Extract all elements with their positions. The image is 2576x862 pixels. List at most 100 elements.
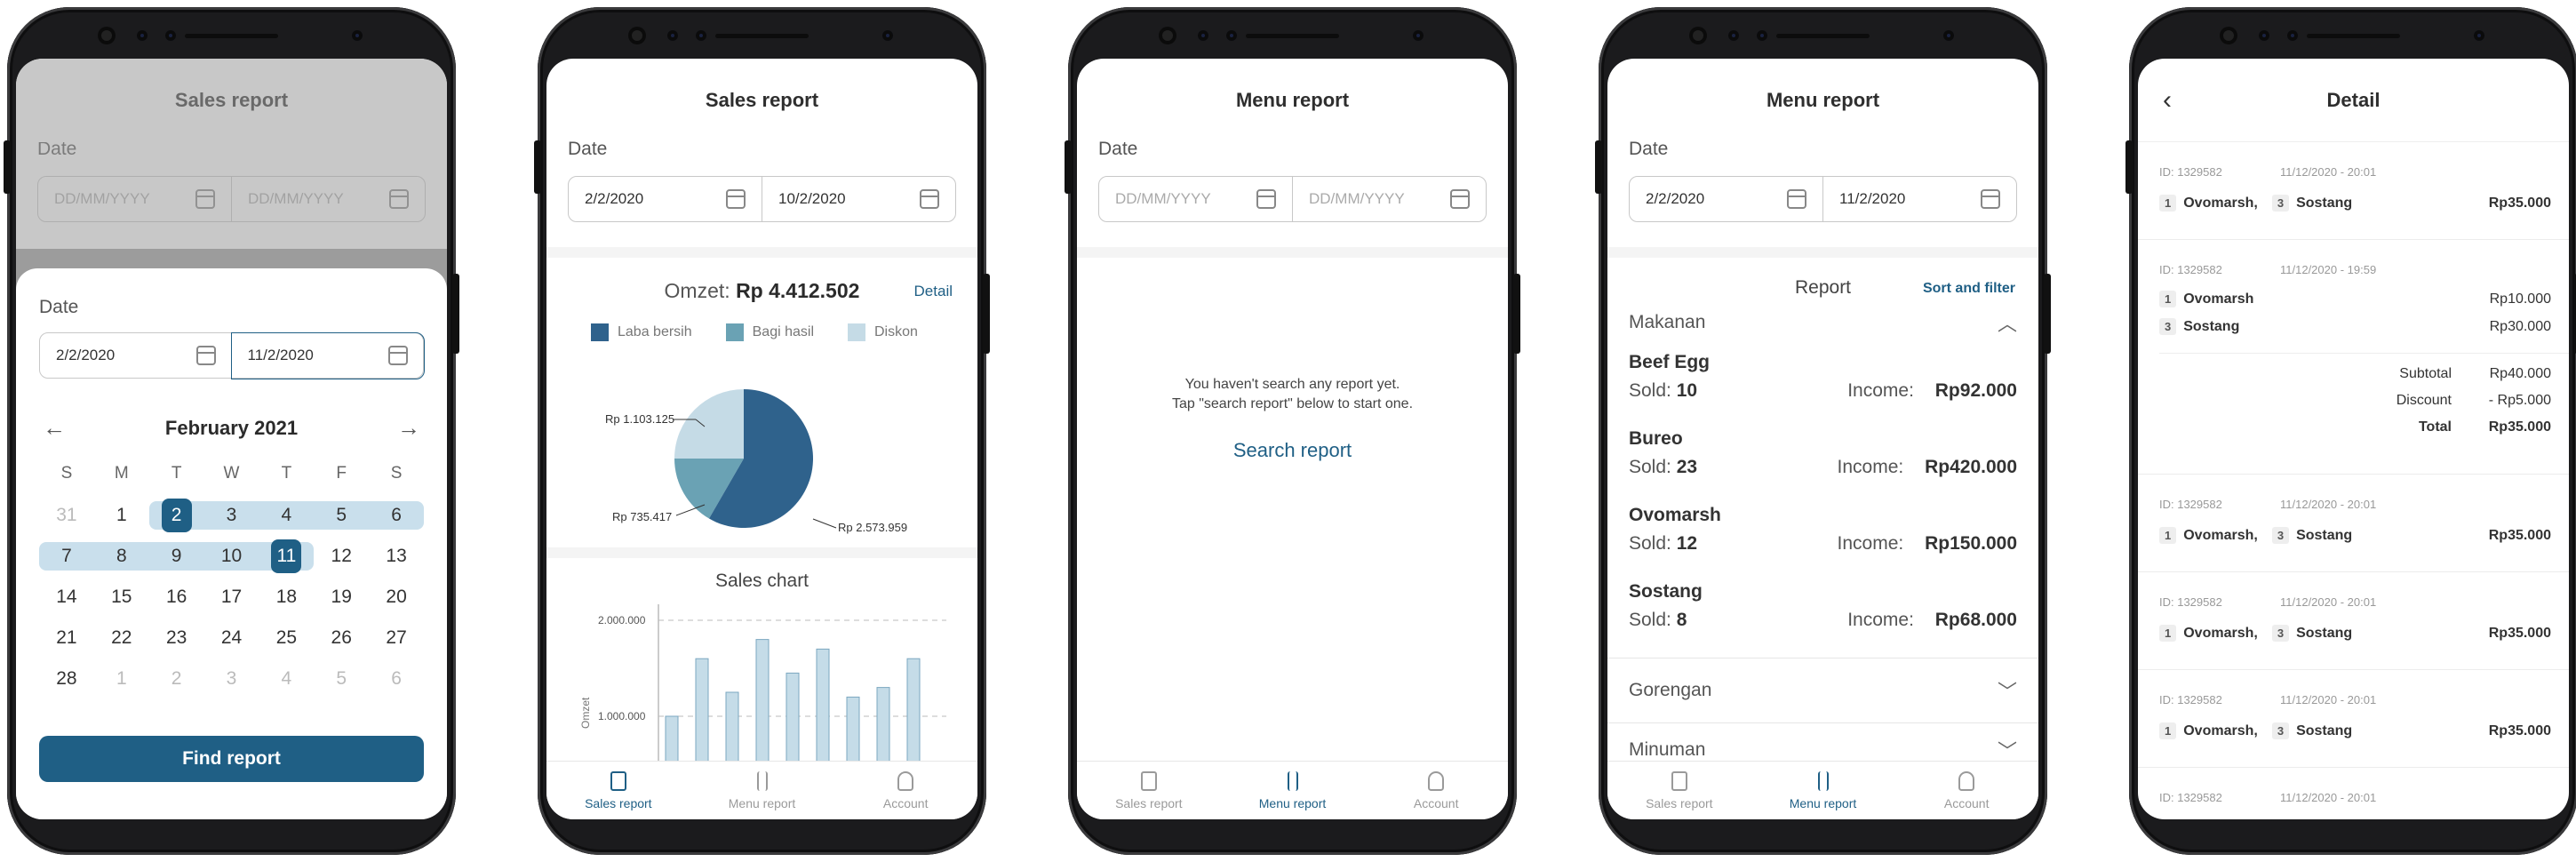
calendar-day[interactable]: 14 [39,583,94,611]
calendar-day[interactable]: 13 [369,542,424,571]
income-label: Income: [1837,533,1904,554]
tab-menu-report[interactable]: Menu report [1221,762,1365,819]
calendar-day[interactable]: 10 [203,542,259,571]
transaction-card[interactable]: ID: 132958211/12/2020 - 20:011Ovomarsh,3… [2138,142,2569,240]
pie-legend: Laba bersih Bagi hasil Diskon [591,323,918,341]
calendar-day[interactable]: 5 [314,501,370,530]
calendar-day[interactable]: 11 [259,539,315,573]
transaction-time: 11/12/2020 - 20:01 [2280,791,2377,804]
quantity-badge: 1 [2159,291,2177,307]
calendar-day[interactable]: 25 [259,624,314,652]
transaction-total: Rp35.000 [2488,722,2551,738]
calendar-day[interactable]: 8 [93,542,149,571]
prev-month-arrow-icon[interactable]: ← [43,414,66,442]
calendar-day[interactable]: 24 [204,624,259,652]
calendar-day[interactable]: 3 [203,501,259,530]
calendar-day-label: 10 [220,546,243,566]
subtotal-value: Rp40.000 [2489,366,2551,381]
calendar-day[interactable]: 2 [149,665,204,693]
transaction-id: ID: 1329582 [2159,498,2222,511]
month-title: February 2021 [164,416,299,439]
calendar-day[interactable]: 4 [259,665,314,693]
pie-label-diskon: Rp 1.103.125 [605,412,674,426]
menu-item: Beef Egg Sold: 10 Income: Rp92.000 [1607,343,2038,419]
tab-label: Menu report [728,795,796,810]
date-range-field[interactable]: 2/2/2020 11/2/2020 [1629,176,2017,222]
calendar-day[interactable]: 1 [94,665,149,693]
sold-label: Sold: [1629,380,1671,401]
date-range-field[interactable]: 2/2/2020 10/2/2020 [568,176,956,222]
calendar-day[interactable]: 5 [314,665,369,693]
menu-item: Ovomarsh Sold: 12 Income: Rp150.000 [1607,496,2038,572]
user-icon [1958,770,1975,791]
calendar-day[interactable]: 6 [369,501,425,530]
detail-link[interactable]: Detail [914,283,953,300]
transaction-card[interactable]: ID: 132958211/12/2020 - 20:011Ovomarsh,3… [2138,768,2569,819]
tab-menu-report[interactable]: Menu report [690,762,834,819]
tab-sales-report[interactable]: Sales report [1077,762,1221,819]
tab-sales-report[interactable]: Sales report [546,762,690,819]
calendar-day[interactable]: 9 [148,542,204,571]
calendar-day-label: 1 [116,505,127,525]
tab-menu-report[interactable]: Menu report [1751,762,1895,819]
phone-frame-5: ‹ Detail ID: 1329582 11/12/2020 - 20:01 1 O… [2125,7,2576,855]
category-makanan[interactable]: Makanan ︿ [1607,302,2038,343]
calendar-day-label: 1 [116,668,127,689]
calendar-day[interactable]: 15 [94,583,149,611]
calendar-day-label: 5 [336,668,347,689]
date-from-field[interactable]: 2/2/2020 [40,333,232,378]
item-price: Rp30.000 [2489,318,2551,334]
next-month-arrow-icon[interactable]: → [397,414,420,442]
tab-account[interactable]: Account [1364,762,1508,819]
calendar-day[interactable]: 31 [39,501,94,530]
transaction-card-expanded[interactable]: ID: 1329582 11/12/2020 - 19:59 1 Ovomarsh Rp… [2138,240,2569,475]
calendar-day[interactable]: 20 [369,583,424,611]
subtotal-label: Subtotal [2399,366,2452,381]
back-arrow-icon[interactable]: ‹ [2163,85,2172,116]
transaction-card[interactable]: ID: 132958211/12/2020 - 20:011Ovomarsh,3… [2138,572,2569,670]
transaction-id: ID: 1329582 [2159,595,2222,609]
calendar-day[interactable]: 12 [314,542,369,571]
date-to-placeholder: DD/MM/YYYY [1309,190,1405,207]
category-gorengan[interactable]: Gorengan ﹀ [1607,658,2038,722]
calendar-day[interactable]: 6 [369,665,424,693]
calendar-day[interactable]: 2 [148,499,204,532]
date-range-field[interactable]: DD/MM/YYYY DD/MM/YYYY [1098,176,1487,222]
calendar-day[interactable]: 21 [39,624,94,652]
calendar-day[interactable]: 7 [39,542,94,571]
sort-filter-link[interactable]: Sort and filter [1923,281,2015,297]
calendar-day[interactable]: 3 [204,665,259,693]
find-report-button[interactable]: Find report [39,736,424,782]
calendar-icon [1256,189,1276,209]
calendar-day-label: 5 [336,505,347,525]
bottom-tab-bar: Sales report Menu report Account [546,761,977,819]
calendar-day[interactable]: 16 [149,583,204,611]
calendar-day[interactable]: 27 [369,624,424,652]
tab-sales-report[interactable]: Sales report [1607,762,1751,819]
fork-knife-icon [756,770,768,791]
calendar-day[interactable]: 17 [204,583,259,611]
y-tick-2000000: 2.000.000 [598,614,646,627]
calendar-day[interactable]: 28 [39,665,94,693]
calendar-day[interactable]: 26 [314,624,369,652]
empty-state-line-1: You haven't search any report yet. [1184,377,1400,392]
calendar-icon [1450,189,1470,209]
calendar-day[interactable]: 1 [94,501,149,530]
date-range-field[interactable]: DD/MM/YYYY DD/MM/YYYY [37,176,426,222]
item-name: Sostang [2296,722,2353,738]
calendar-day[interactable]: 22 [94,624,149,652]
tab-account[interactable]: Account [1894,762,2038,819]
transaction-card[interactable]: ID: 132958211/12/2020 - 20:011Ovomarsh,3… [2138,670,2569,768]
calendar-day-label: 8 [116,546,127,566]
calendar-day[interactable]: 19 [314,583,369,611]
calendar-day-label: 20 [386,587,407,607]
search-report-link[interactable]: Search report [1077,441,1508,460]
tab-label: Account [1943,795,1990,810]
date-to-field[interactable]: 11/2/2020 [230,331,425,379]
calendar-day[interactable]: 4 [259,501,315,530]
transaction-card[interactable]: ID: 132958211/12/2020 - 20:011Ovomarsh,3… [2138,475,2569,572]
item-name: Ovomarsh, [2183,195,2258,211]
calendar-day[interactable]: 23 [149,624,204,652]
calendar-day[interactable]: 18 [259,583,314,611]
tab-account[interactable]: Account [833,762,977,819]
